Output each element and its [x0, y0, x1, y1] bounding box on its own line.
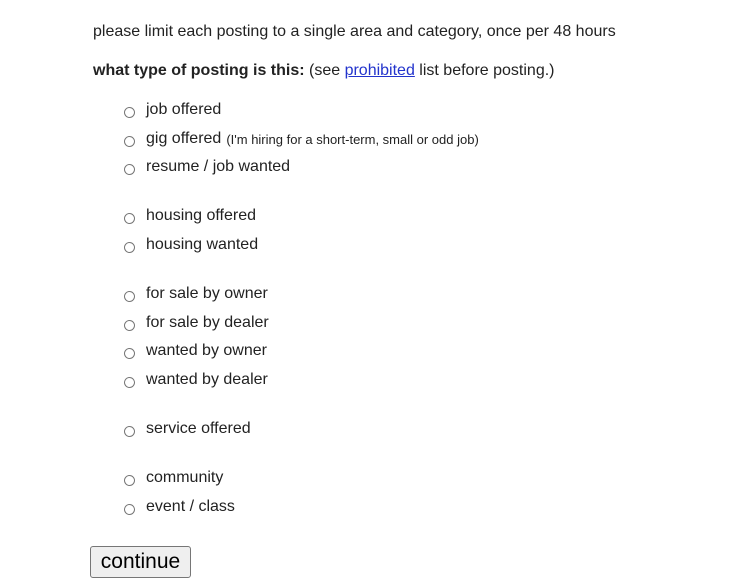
radio-button[interactable]	[124, 348, 135, 359]
continue-button[interactable]: continue	[90, 546, 191, 578]
radio-button[interactable]	[124, 136, 135, 147]
option-label: event / class	[146, 498, 235, 515]
option-wanted-by-dealer[interactable]: wanted by dealer	[124, 370, 268, 390]
option-label: gig offered	[146, 130, 222, 147]
option-housing-wanted[interactable]: housing wanted	[124, 235, 258, 255]
option-wanted-by-owner[interactable]: wanted by owner	[124, 341, 267, 361]
radio-button[interactable]	[124, 426, 135, 437]
radio-button[interactable]	[124, 377, 135, 388]
radio-button[interactable]	[124, 242, 135, 253]
question-label: what type of posting is this:	[93, 62, 305, 79]
question-post-link: list before posting.)	[414, 62, 555, 79]
radio-button[interactable]	[124, 291, 135, 302]
posting-limit-notice: please limit each posting to a single ar…	[93, 23, 616, 40]
question-pre-link: (see	[304, 62, 345, 79]
radio-button[interactable]	[124, 213, 135, 224]
option-label: community	[146, 469, 224, 486]
option-job-offered[interactable]: job offered	[124, 100, 221, 120]
option-label: wanted by dealer	[146, 371, 268, 388]
option-note: (I'm hiring for a short-term, small or o…	[226, 131, 479, 147]
option-event-class[interactable]: event / class	[124, 497, 235, 517]
radio-button[interactable]	[124, 504, 135, 515]
option-resume-job-wanted[interactable]: resume / job wanted	[124, 157, 290, 177]
option-label: for sale by owner	[146, 285, 268, 302]
radio-button[interactable]	[124, 107, 135, 118]
option-for-sale-by-owner[interactable]: for sale by owner	[124, 284, 268, 304]
option-label: wanted by owner	[146, 342, 267, 359]
option-label: for sale by dealer	[146, 314, 269, 331]
posting-type-question: what type of posting is this: (see prohi…	[93, 62, 554, 80]
prohibited-link[interactable]: prohibited	[345, 62, 415, 79]
option-service-offered[interactable]: service offered	[124, 419, 251, 439]
option-for-sale-by-dealer[interactable]: for sale by dealer	[124, 313, 269, 333]
option-label: housing wanted	[146, 236, 259, 253]
radio-button[interactable]	[124, 164, 135, 175]
radio-button[interactable]	[124, 320, 135, 331]
option-label: housing offered	[146, 207, 257, 224]
option-community[interactable]: community	[124, 468, 223, 488]
option-label: job offered	[146, 101, 222, 118]
option-housing-offered[interactable]: housing offered	[124, 206, 256, 226]
option-label: service offered	[146, 420, 251, 437]
option-gig-offered[interactable]: gig offered (I'm hiring for a short-term…	[124, 129, 479, 149]
radio-button[interactable]	[124, 475, 135, 486]
option-label: resume / job wanted	[146, 158, 291, 175]
